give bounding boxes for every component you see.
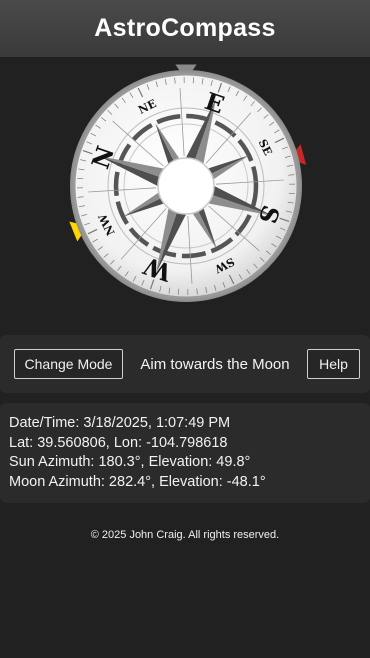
sun-position-text: Sun Azimuth: 180.3°, Elevation: 49.8°	[9, 454, 251, 470]
aim-instruction: Aim towards the Moon	[140, 355, 290, 373]
controls-bar: Change Mode Aim towards the Moon Help	[0, 335, 370, 393]
app-header: AstroCompass	[0, 0, 370, 57]
info-panel: Date/Time: 3/18/2025, 1:07:49 PM Lat: 39…	[0, 403, 370, 503]
location-text: Lat: 39.560806, Lon: -104.798618	[9, 434, 228, 451]
compass-dial: NNE ESESSWWNW	[70, 70, 302, 302]
footer-copyright: © 2025 John Craig. All rights reserved.	[90, 529, 280, 541]
compass-hub	[157, 157, 215, 215]
compass-area: N NE E SE S SW W NW	[0, 57, 370, 335]
change-mode-button[interactable]: Change Mode	[14, 349, 123, 379]
help-button[interactable]: Help	[307, 349, 360, 379]
app-title: AstroCompass	[94, 14, 276, 42]
compass: NNE ESESSWWNW	[69, 64, 307, 302]
datetime-text: Date/Time: 3/18/2025, 1:07:49 PM	[9, 415, 231, 431]
moon-position-text: Moon Azimuth: 282.4°, Elevation: -48.1°	[9, 473, 266, 490]
